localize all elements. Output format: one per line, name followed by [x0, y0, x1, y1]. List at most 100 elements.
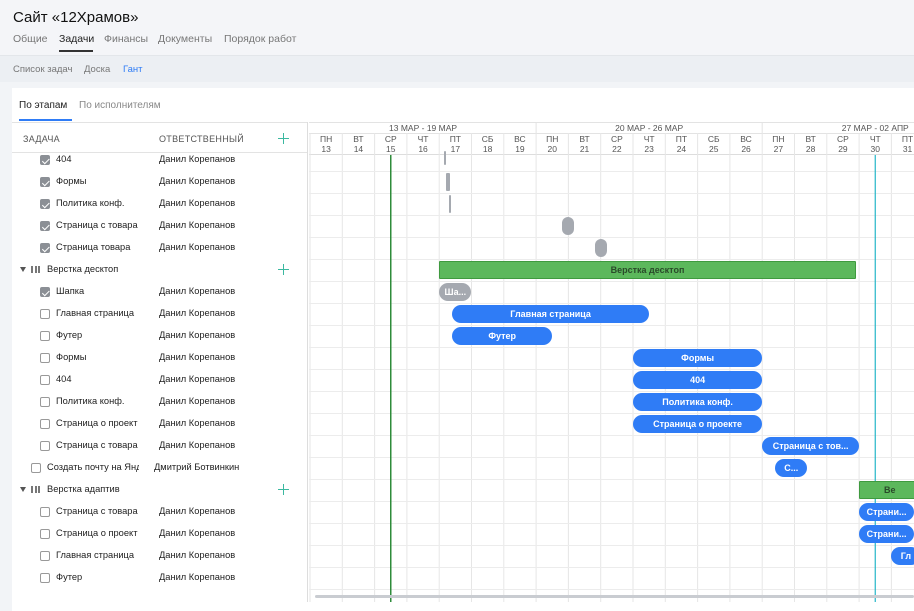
day-number-label: 15 [386, 144, 396, 154]
task-name[interactable]: Футер [56, 572, 140, 582]
tab-finance[interactable]: Финансы [104, 33, 148, 45]
task-checkbox[interactable] [40, 551, 50, 561]
task-checkbox[interactable] [40, 397, 50, 407]
task-checkbox[interactable] [40, 331, 50, 341]
stage-bar[interactable]: Ве [859, 481, 914, 499]
task-bar[interactable]: Страни... [859, 503, 914, 521]
completed-task-bar[interactable] [594, 239, 607, 257]
task-checkbox[interactable] [40, 375, 50, 385]
task-checkbox[interactable] [40, 441, 50, 451]
sub-tabs: Список задач Доска Гант [0, 55, 914, 82]
task-name[interactable]: 404 [56, 374, 140, 384]
task-name[interactable]: Формы [56, 176, 140, 186]
task-row[interactable]: Страница с товара Данил Корепанов [12, 215, 307, 237]
task-row[interactable]: Страница о проект Данил Корепанов [12, 413, 307, 435]
task-bar[interactable]: Гл [891, 547, 914, 565]
task-name[interactable]: Политика конф. [56, 198, 140, 208]
task-bar[interactable]: Страница с тов... [762, 437, 860, 455]
tab-general[interactable]: Общие [13, 33, 48, 45]
tab-by-assignees[interactable]: По исполнителям [79, 100, 161, 111]
task-row[interactable]: Формы Данил Корепанов [12, 347, 307, 369]
add-task-icon[interactable] [278, 133, 289, 144]
task-row[interactable]: Шапка Данил Корепанов [12, 281, 307, 303]
task-name[interactable]: Создать почту на Янд [47, 462, 139, 472]
task-checkbox[interactable] [40, 419, 50, 429]
task-row[interactable]: Создать почту на Янд Дмитрий Ботвинкин [12, 457, 307, 479]
tab-by-stages[interactable]: По этапам [19, 100, 67, 111]
task-row[interactable]: Страница с товара Данил Корепанов [12, 501, 307, 523]
add-subtask-icon[interactable] [278, 264, 289, 275]
task-name[interactable]: Страница с товара [56, 506, 140, 516]
tab-work-order[interactable]: Порядок работ [224, 33, 296, 45]
tab-task-list[interactable]: Список задач [13, 64, 72, 75]
day-of-week-label: СР [837, 134, 849, 144]
task-checkbox[interactable] [40, 287, 50, 297]
stage-bars-icon [31, 266, 40, 273]
stage-row[interactable]: Верстка адаптив [12, 479, 307, 501]
task-name[interactable]: Политика конф. [56, 396, 140, 406]
completed-task-bar[interactable] [562, 217, 575, 235]
task-checkbox[interactable] [40, 199, 50, 209]
stage-row[interactable]: Верстка десктоп [12, 259, 307, 281]
task-name[interactable]: Шапка [56, 286, 140, 296]
task-name[interactable]: Страница о проект [56, 418, 140, 428]
task-bar[interactable]: 404 [633, 371, 763, 389]
task-row[interactable]: Формы Данил Корепанов [12, 171, 307, 193]
task-row[interactable]: Футер Данил Корепанов [12, 325, 307, 347]
task-bar[interactable]: Политика конф. [633, 393, 763, 411]
collapse-caret-icon[interactable] [20, 267, 26, 272]
task-row[interactable]: Политика конф. Данил Корепанов [12, 391, 307, 413]
task-checkbox[interactable] [40, 353, 50, 363]
task-checkbox[interactable] [40, 155, 50, 165]
task-name[interactable]: Страница о проект [56, 528, 140, 538]
day-number-label: 26 [741, 144, 751, 154]
task-checkbox[interactable] [40, 573, 50, 583]
task-row[interactable]: Главная страница Данил Корепанов [12, 545, 307, 567]
task-name[interactable]: Страница товара [56, 242, 140, 252]
task-bar[interactable]: Футер [452, 327, 553, 345]
completed-task-marker[interactable] [445, 173, 450, 191]
task-bar[interactable]: Ша... [439, 283, 472, 301]
task-row[interactable]: 404 Данил Корепанов [12, 369, 307, 391]
task-row[interactable]: Политика конф. Данил Корепанов [12, 193, 307, 215]
task-bar[interactable]: Страница о проекте [633, 415, 763, 433]
tab-gantt[interactable]: Гант [123, 64, 143, 75]
completed-task-marker[interactable] [448, 195, 451, 213]
task-row[interactable]: Главная страница Данил Корепанов [12, 303, 307, 325]
task-row[interactable]: Страница с товара Данил Корепанов [12, 435, 307, 457]
add-subtask-icon[interactable] [278, 484, 289, 495]
task-bar[interactable]: Страни... [859, 525, 914, 543]
tab-board[interactable]: Доска [84, 64, 110, 75]
task-checkbox[interactable] [40, 529, 50, 539]
collapse-caret-icon[interactable] [20, 487, 26, 492]
task-name[interactable]: 404 [56, 154, 140, 164]
task-name[interactable]: Страница с товара [56, 440, 140, 450]
day-number-label: 29 [838, 144, 848, 154]
completed-task-marker[interactable] [444, 151, 447, 165]
task-checkbox[interactable] [40, 221, 50, 231]
task-row[interactable]: 404 Данил Корепанов [12, 149, 307, 171]
task-name[interactable]: Главная страница [56, 550, 140, 560]
day-of-week-label: СБ [482, 134, 494, 144]
task-bar[interactable]: С... [775, 459, 808, 477]
task-row[interactable]: Страница о проект Данил Корепанов [12, 523, 307, 545]
day-of-week-label: ВТ [806, 134, 816, 144]
task-checkbox[interactable] [40, 507, 50, 517]
task-name[interactable]: Футер [56, 330, 140, 340]
task-checkbox[interactable] [40, 177, 50, 187]
task-checkbox[interactable] [40, 243, 50, 253]
task-name[interactable]: Формы [56, 352, 140, 362]
tab-tasks[interactable]: Задачи [59, 33, 94, 45]
task-checkbox[interactable] [31, 463, 41, 473]
task-name[interactable]: Страница с товара [56, 220, 140, 230]
task-row[interactable]: Страница товара Данил Корепанов [12, 237, 307, 259]
task-checkbox[interactable] [40, 309, 50, 319]
tab-documents[interactable]: Документы [158, 33, 212, 45]
stage-bar[interactable]: Верстка десктоп [439, 261, 856, 279]
task-assignee: Данил Корепанов [159, 374, 236, 384]
task-name[interactable]: Главная страница [56, 308, 140, 318]
task-bar[interactable]: Главная страница [452, 305, 650, 323]
task-bar[interactable]: Формы [633, 349, 763, 367]
task-row[interactable]: Футер Данил Корепанов [12, 567, 307, 589]
horizontal-scrollbar[interactable] [315, 595, 914, 598]
